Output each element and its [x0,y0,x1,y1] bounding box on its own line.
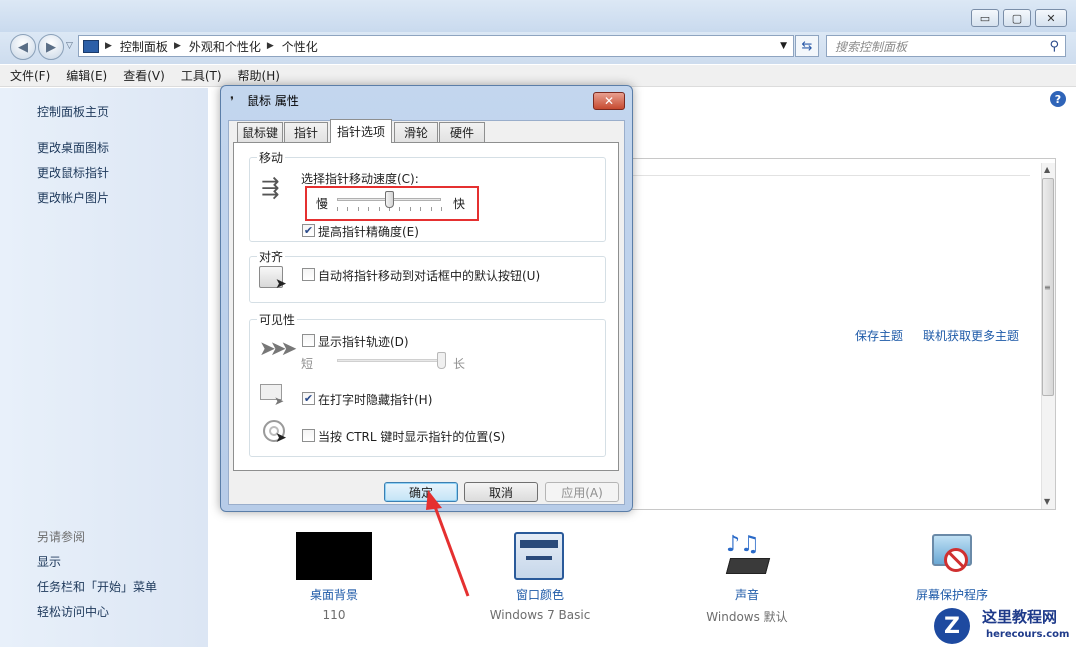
breadcrumb-separator-icon[interactable]: ▶ [267,41,274,51]
trails-slider-thumb[interactable] [436,352,446,369]
pointer-speed-icon: ⇶ [261,176,280,201]
snap-to-label[interactable]: 自动将指针移动到对话框中的默认按钮(U) [318,267,540,284]
search-icon[interactable]: ⚲ [1049,39,1059,54]
breadcrumb-separator-icon[interactable]: ▶ [174,41,181,51]
change-account-picture-link[interactable]: 更改帐户图片 [37,189,109,206]
pointer-trails-label[interactable]: 显示指针轨迹(D) [318,333,409,350]
address-dropdown-icon[interactable]: ▼ [780,41,787,51]
precision-checkbox[interactable]: ✔ [302,224,315,237]
watermark-logo: Z [934,608,970,644]
pointer-trails-checkbox[interactable] [302,334,315,347]
breadcrumb-personalization[interactable]: 个性化 [282,38,318,55]
screensaver-icon[interactable] [926,530,978,580]
control-panel-home-link[interactable]: 控制面板主页 [37,103,109,120]
recent-pages-dropdown-icon[interactable]: ▽ [66,41,73,51]
precision-label[interactable]: 提高指针精确度(E) [318,223,419,240]
trails-slider-track[interactable] [337,359,441,362]
menu-view[interactable]: 查看(V) [123,67,165,84]
menu-bar: 文件(F) 编辑(E) 查看(V) 工具(T) 帮助(H) [0,65,1076,87]
see-also-display-link[interactable]: 显示 [37,553,61,570]
minimize-button[interactable]: ▭ [971,9,999,27]
see-also-ease-of-access-link[interactable]: 轻松访问中心 [37,603,109,620]
maximize-button[interactable]: ▢ [1003,9,1031,27]
snap-to-group-title: 对齐 [257,248,286,265]
change-desktop-icons-link[interactable]: 更改桌面图标 [37,139,109,156]
save-theme-link[interactable]: 保存主题 [855,327,903,344]
sounds-value: Windows 默认 [706,610,788,624]
refresh-button[interactable]: ⇆ [795,35,819,57]
screensaver-label[interactable]: 屏幕保护程序 [902,586,1002,603]
sounds-label[interactable]: 声音 [697,586,797,603]
pointer-arrow-icon: ➤ [275,276,287,292]
window-color-icon[interactable] [514,532,564,580]
back-button[interactable]: ◀ [10,34,36,60]
show-location-label[interactable]: 当按 CTRL 键时显示指针的位置(S) [318,428,505,445]
trails-long-label: 长 [453,357,466,371]
maximize-icon: ▢ [1011,11,1023,25]
tab-pointers[interactable]: 指针 [284,122,328,142]
back-arrow-icon: ◀ [18,39,28,55]
change-mouse-pointers-link[interactable]: 更改鼠标指针 [37,164,109,181]
help-icon[interactable]: ? [1050,91,1066,107]
address-box[interactable]: ▶ 控制面板 ▶ 外观和个性化 ▶ 个性化 ▼ [78,35,794,57]
show-location-checkbox[interactable] [302,429,315,442]
tab-buttons[interactable]: 鼠标键 [237,122,283,142]
window-color-label[interactable]: 窗口颜色 [480,586,600,603]
theme-list-divider [612,175,1030,176]
scroll-down-icon[interactable]: ▼ [1044,497,1050,506]
pointer-arrow-icon: ➤ [275,430,287,446]
see-also-heading: 另请参阅 [37,530,86,544]
refresh-icon: ⇆ [801,38,813,54]
close-icon: ✕ [603,94,615,108]
ok-pointer-arrow [426,490,470,597]
forward-button[interactable]: ▶ [38,34,64,60]
tab-wheel[interactable]: 滑轮 [394,122,438,142]
dialog-title: 鼠标 属性 [247,94,299,108]
watermark-name: 这里教程网 [982,608,1058,626]
mouse-properties-dialog: ❜ 鼠标 属性 ✕ 鼠标键 指针 指针选项 滑轮 硬件 移动 ⇶ 选择指针移动速… [220,85,633,512]
window-titlebar [0,0,1076,32]
dotted-pointer-icon: ➤ [274,394,285,408]
menu-tools[interactable]: 工具(T) [181,67,222,84]
watermark-url: herecours.com [986,629,1070,640]
dialog-close-button[interactable]: ✕ [593,92,625,110]
minimize-icon: ▭ [979,11,991,25]
sounds-icon[interactable]: ♪♫ [722,532,772,580]
close-icon: ✕ [1046,11,1056,25]
scroll-up-icon[interactable]: ▲ [1044,165,1050,174]
snap-to-checkbox[interactable] [302,268,315,281]
tab-hardware[interactable]: 硬件 [439,122,485,142]
pointer-trails-icon: ➤➤➤ [259,336,297,360]
control-panel-icon [83,39,99,53]
search-input[interactable]: 搜索控制面板 ⚲ [826,35,1066,57]
breadcrumb-control-panel[interactable]: 控制面板 [120,38,168,55]
watermark: Z 这里教程网 herecours.com [932,604,1076,647]
hide-while-typing-checkbox[interactable]: ✔ [302,392,315,405]
menu-help[interactable]: 帮助(H) [238,67,280,84]
speed-label: 选择指针移动速度(C): [301,172,419,186]
visibility-group-title: 可见性 [257,311,298,328]
breadcrumb-appearance[interactable]: 外观和个性化 [189,38,261,55]
tab-pointer-options[interactable]: 指针选项 [330,119,392,143]
desktop-background-label[interactable]: 桌面背景 [284,586,384,603]
desktop-background-value: 110 [322,608,346,622]
speed-highlight-box [305,186,479,221]
menu-file[interactable]: 文件(F) [10,67,50,84]
desktop-background-thumbnail[interactable] [296,532,372,580]
breadcrumb-separator-icon[interactable]: ▶ [105,41,112,51]
close-button[interactable]: ✕ [1035,9,1067,27]
see-also-taskbar-link[interactable]: 任务栏和「开始」菜单 [37,578,157,595]
scroll-grip-icon: ≡ [1044,283,1051,292]
window-color-value: Windows 7 Basic [489,608,591,622]
apply-button[interactable]: 应用(A) [545,482,619,502]
motion-group-title: 移动 [257,149,286,166]
menu-edit[interactable]: 编辑(E) [66,67,107,84]
hide-while-typing-label[interactable]: 在打字时隐藏指针(H) [318,391,432,408]
trails-short-label: 短 [301,357,314,371]
more-themes-online-link[interactable]: 联机获取更多主题 [923,327,1019,344]
forward-arrow-icon: ▶ [46,39,56,55]
mouse-icon: ❜ [230,94,234,108]
search-placeholder: 搜索控制面板 [835,39,908,54]
